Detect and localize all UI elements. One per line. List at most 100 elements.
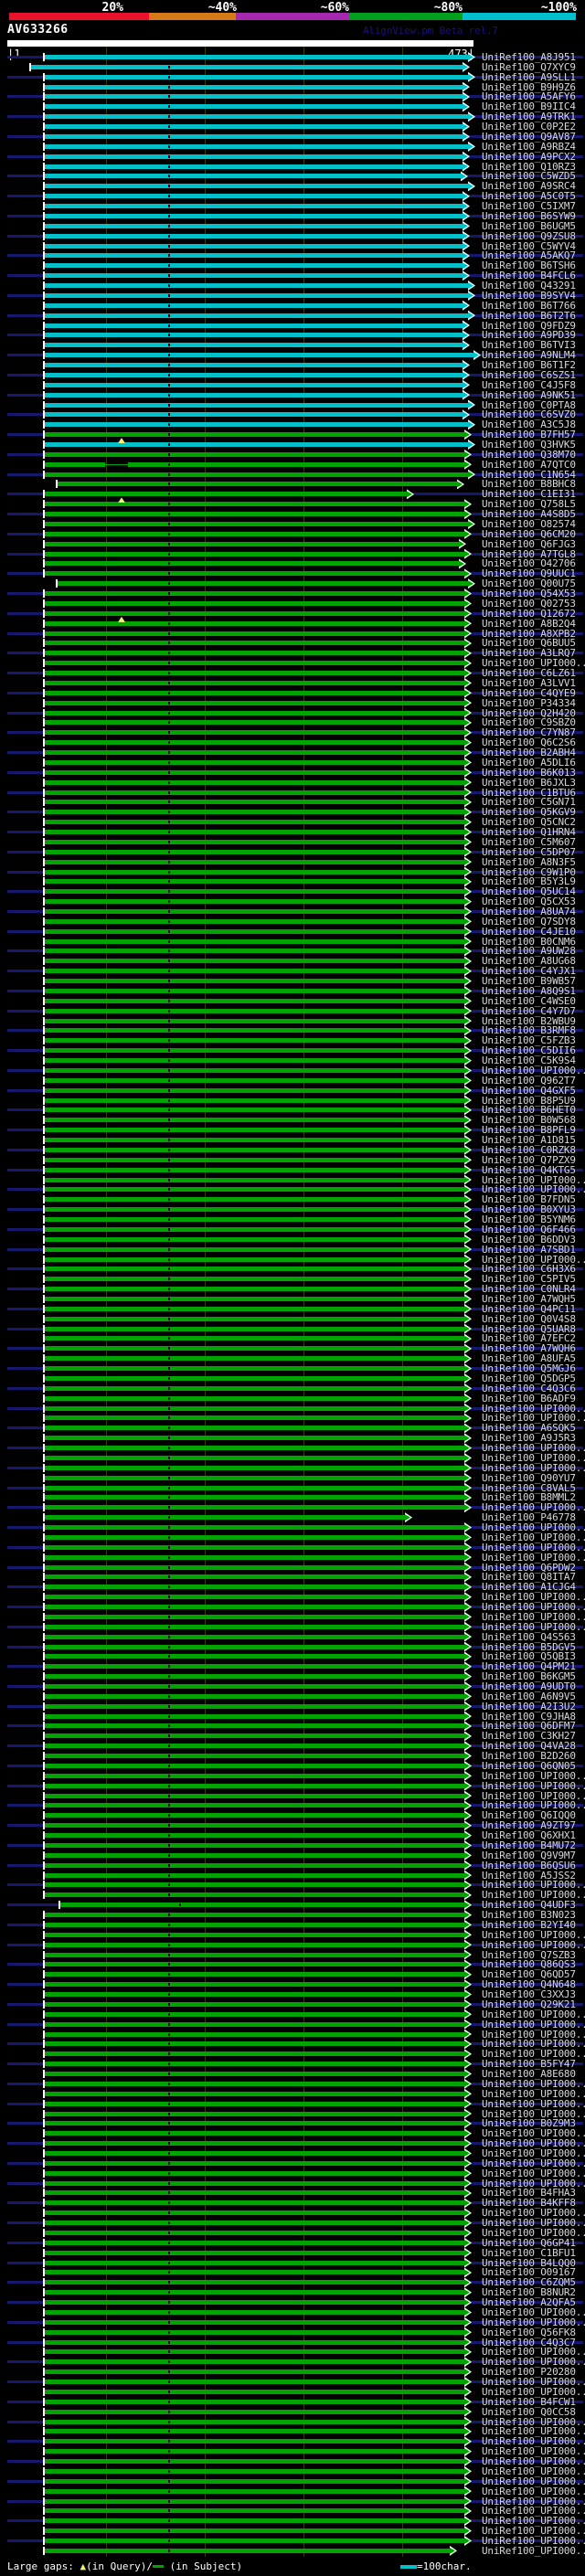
hit-bar[interactable] <box>30 64 463 69</box>
hit-bar[interactable] <box>44 1823 464 1829</box>
hit-bar[interactable] <box>44 1862 464 1868</box>
hit-bar[interactable] <box>44 1703 464 1709</box>
hit-bar[interactable] <box>44 1892 464 1898</box>
hit-label[interactable]: UniRef100_A8N3F5 <box>482 857 576 867</box>
hit-bar[interactable] <box>44 2548 450 2553</box>
hit-bar[interactable] <box>44 1842 464 1848</box>
hit-bar[interactable] <box>44 1922 464 1927</box>
hit-bar[interactable] <box>44 1773 464 1778</box>
hit-bar[interactable] <box>44 2429 464 2434</box>
hit-bar[interactable] <box>44 2062 464 2067</box>
hit-bar[interactable] <box>44 2380 464 2385</box>
hit-bar[interactable] <box>44 2449 464 2454</box>
hit-bar[interactable] <box>44 1872 464 1878</box>
hit-bar[interactable] <box>44 561 459 567</box>
hit-bar[interactable] <box>44 2468 464 2474</box>
hit-bar[interactable] <box>44 859 464 864</box>
hit-bar[interactable] <box>44 2498 464 2504</box>
hit-bar[interactable] <box>44 2141 464 2147</box>
hit-bar[interactable] <box>44 839 464 844</box>
hit-bar[interactable] <box>44 671 464 676</box>
hit-bar[interactable] <box>44 1684 464 1689</box>
hit-bar[interactable] <box>44 133 463 139</box>
hit-bar[interactable] <box>44 1226 464 1232</box>
hit-bar[interactable] <box>44 889 464 895</box>
hit-bar[interactable] <box>44 363 463 368</box>
hit-bar[interactable] <box>44 1783 464 1788</box>
hit-bar[interactable] <box>44 2528 464 2534</box>
hit-bar[interactable] <box>44 1077 464 1083</box>
hit-bar[interactable] <box>44 1436 464 1441</box>
hit-bar[interactable] <box>44 2111 464 2116</box>
hit-bar[interactable] <box>44 94 463 100</box>
hit-label[interactable]: UniRef100_UPI000.. <box>482 2099 585 2109</box>
hit-bar[interactable] <box>44 451 464 457</box>
hit-bar[interactable] <box>44 1982 464 1988</box>
hit-bar[interactable] <box>44 422 468 428</box>
hit-bar[interactable] <box>44 253 463 259</box>
hit-bar[interactable] <box>44 1366 464 1372</box>
hit-bar[interactable] <box>44 2359 464 2365</box>
hit-bar[interactable] <box>44 1644 464 1649</box>
hit-bar[interactable] <box>44 2508 464 2514</box>
hit-bar[interactable] <box>44 1316 464 1321</box>
hit-bar[interactable] <box>44 1525 464 1531</box>
hit-bar[interactable] <box>44 273 463 279</box>
hit-bar[interactable] <box>44 779 464 785</box>
hit-bar[interactable] <box>44 740 464 746</box>
hit-bar[interactable] <box>44 700 464 705</box>
hit-label[interactable]: UniRef100_UPI000.. <box>482 2546 585 2556</box>
hit-bar[interactable] <box>44 1395 464 1401</box>
hit-bar[interactable] <box>44 1287 464 1292</box>
hit-bar[interactable] <box>44 2011 464 2017</box>
hit-bar[interactable] <box>57 581 468 587</box>
hit-bar[interactable] <box>44 1118 464 1123</box>
hit-bar[interactable] <box>44 1385 464 1391</box>
hit-bar[interactable] <box>44 938 464 944</box>
hit-bar[interactable] <box>44 1018 464 1023</box>
hit-bar[interactable] <box>44 2190 464 2196</box>
hit-bar[interactable] <box>44 1297 464 1301</box>
hit-bar[interactable] <box>44 1157 464 1162</box>
hit-bar[interactable] <box>44 2180 464 2186</box>
hit-bar[interactable] <box>44 1306 464 1311</box>
hit-bar[interactable] <box>44 372 463 377</box>
hit-bar[interactable] <box>44 1326 464 1331</box>
hit-bar[interactable] <box>44 2300 464 2306</box>
hit-bar[interactable] <box>44 512 464 517</box>
hit-bar[interactable] <box>44 759 464 765</box>
hit-bar[interactable] <box>44 1058 464 1064</box>
hit-bar[interactable] <box>44 1256 464 1262</box>
hit-bar[interactable] <box>44 243 463 249</box>
hit-bar[interactable] <box>44 2389 464 2394</box>
hit-bar[interactable] <box>44 1932 464 1937</box>
hit-bar[interactable] <box>44 174 461 179</box>
hit-bar[interactable] <box>44 1654 464 1659</box>
hit-bar[interactable] <box>44 213 463 218</box>
hit-bar[interactable] <box>44 2270 464 2275</box>
hit-bar[interactable] <box>44 1723 464 1729</box>
hit-bar[interactable] <box>44 541 459 546</box>
hit-bar[interactable] <box>59 1903 464 1908</box>
hit-bar[interactable] <box>44 382 463 387</box>
hit-bar[interactable] <box>44 2160 464 2166</box>
hit-bar[interactable] <box>44 2478 464 2484</box>
hit-bar[interactable] <box>44 1674 464 1680</box>
hit-bar[interactable] <box>44 1087 464 1093</box>
hit-bar[interactable] <box>44 1942 464 1947</box>
hit-bar[interactable] <box>44 2121 464 2126</box>
hit-bar[interactable] <box>44 1803 464 1808</box>
hit-bar[interactable] <box>44 1693 464 1699</box>
hit-label[interactable]: UniRef100_Q4KTG5 <box>482 1165 576 1175</box>
hit-bar[interactable] <box>44 2021 464 2027</box>
hit-bar[interactable] <box>44 2539 464 2543</box>
hit-bar[interactable] <box>44 1585 464 1590</box>
hit-bar[interactable] <box>44 1992 464 1998</box>
hit-bar[interactable] <box>44 1455 464 1460</box>
hit-bar[interactable] <box>44 1972 464 1977</box>
hit-bar[interactable] <box>44 959 464 964</box>
hit-bar[interactable] <box>44 1534 464 1540</box>
hit-bar[interactable] <box>44 143 468 149</box>
hit-bar[interactable] <box>44 1624 464 1629</box>
hit-bar[interactable] <box>44 1664 464 1670</box>
